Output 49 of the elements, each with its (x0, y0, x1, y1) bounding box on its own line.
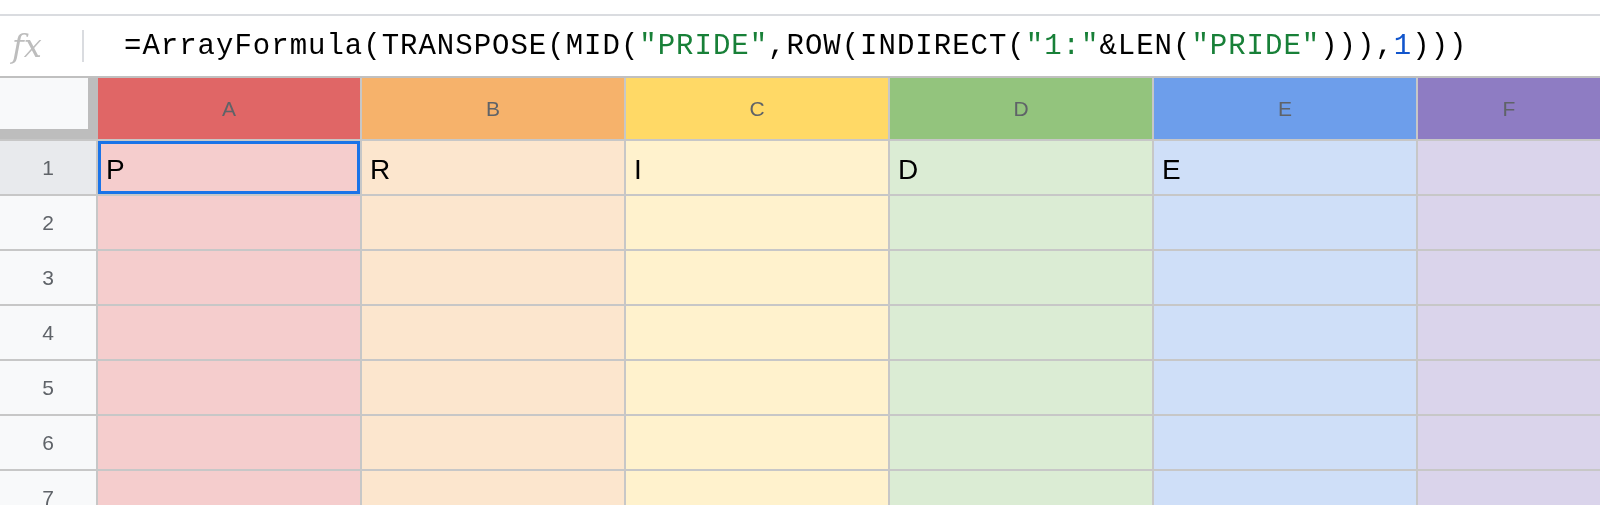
row-header[interactable]: 3 (0, 251, 96, 304)
table-cell[interactable] (890, 361, 1152, 414)
table-cell[interactable] (890, 416, 1152, 469)
table-cell[interactable] (362, 416, 624, 469)
table-cell[interactable] (890, 306, 1152, 359)
table-cell[interactable] (362, 251, 624, 304)
table-cell[interactable]: D (890, 141, 1152, 194)
table-cell[interactable] (626, 196, 888, 249)
row-header[interactable]: 4 (0, 306, 96, 359)
table-cell[interactable] (362, 361, 624, 414)
table-cell[interactable] (1418, 361, 1600, 414)
table-cell[interactable] (98, 361, 360, 414)
table-cell[interactable] (626, 306, 888, 359)
table-cell[interactable] (1418, 306, 1600, 359)
table-cell[interactable] (1154, 306, 1416, 359)
table-cell[interactable] (1154, 361, 1416, 414)
column-header[interactable]: B (362, 78, 624, 139)
table-cell[interactable] (98, 306, 360, 359)
table-cell[interactable] (1154, 416, 1416, 469)
formula-field[interactable]: =ArrayFormula(TRANSPOSE(MID("PRIDE",ROW(INDIRECT("1:"&LEN("PRIDE"))),1))) (124, 25, 1468, 67)
row-header[interactable]: 6 (0, 416, 96, 469)
row-header[interactable]: 1 (0, 141, 96, 194)
table-cell[interactable] (626, 416, 888, 469)
table-cell[interactable] (890, 196, 1152, 249)
row-header[interactable]: 2 (0, 196, 96, 249)
select-all-corner[interactable] (0, 78, 98, 139)
table-cell[interactable]: R (362, 141, 624, 194)
table-cell[interactable] (98, 196, 360, 249)
column-header[interactable]: D (890, 78, 1152, 139)
table-cell[interactable] (626, 251, 888, 304)
function-label: fx (12, 27, 43, 65)
table-cell[interactable] (362, 196, 624, 249)
table-cell[interactable] (890, 251, 1152, 304)
table-cell[interactable] (362, 306, 624, 359)
table-cell[interactable] (626, 361, 888, 414)
row-header[interactable]: 7 (0, 471, 96, 505)
table-cell[interactable] (1154, 196, 1416, 249)
column-header[interactable]: C (626, 78, 888, 139)
table-cell[interactable] (1418, 251, 1600, 304)
table-cell[interactable]: E (1154, 141, 1416, 194)
table-cell[interactable] (98, 416, 360, 469)
table-cell[interactable] (1418, 141, 1600, 194)
table-cell[interactable] (98, 251, 360, 304)
table-cell[interactable]: I (626, 141, 888, 194)
table-cell[interactable] (1418, 196, 1600, 249)
row-header[interactable]: 5 (0, 361, 96, 414)
table-cell[interactable] (1154, 251, 1416, 304)
table-cell[interactable]: P (98, 141, 360, 194)
table-cell[interactable] (1418, 416, 1600, 469)
